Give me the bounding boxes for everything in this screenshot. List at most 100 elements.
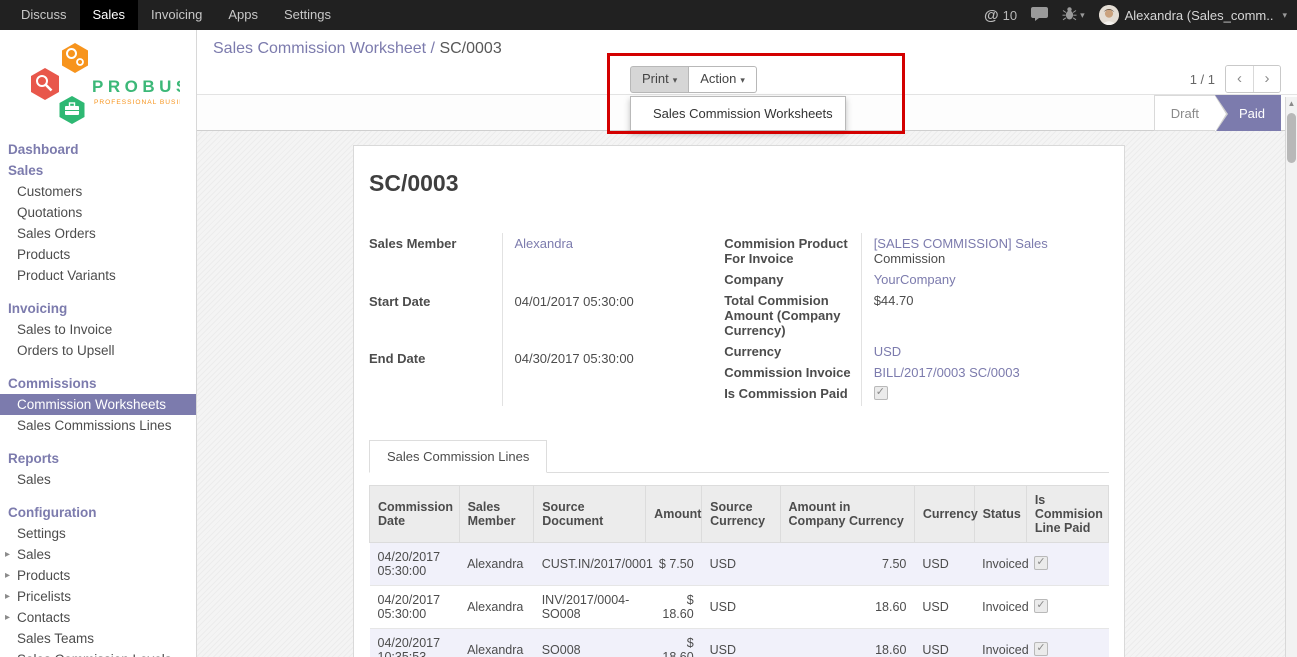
sidebar-item-sales-orders[interactable]: Sales Orders bbox=[0, 223, 196, 244]
print-dropdown-menu: Sales Commission Worksheets bbox=[630, 96, 846, 131]
logo-hex-orange bbox=[62, 43, 88, 73]
check-icon: ✓ bbox=[1036, 555, 1045, 568]
top-menu-sales[interactable]: Sales bbox=[80, 0, 139, 30]
user-avatar bbox=[1099, 5, 1119, 25]
line-paid-checkbox[interactable]: ✓ bbox=[1034, 599, 1048, 613]
field-label-currency: Currency bbox=[724, 341, 861, 362]
check-icon: ✓ bbox=[1036, 598, 1045, 611]
cell-source-document: CUST.IN/2017/0001 bbox=[534, 543, 646, 586]
cell-amount: $ 18.60 bbox=[646, 586, 702, 629]
caret-down-icon: ▾ bbox=[673, 75, 678, 85]
sidebar-item-orders-to-upsell[interactable]: Orders to Upsell bbox=[0, 340, 196, 361]
cell-amount: $ 7.50 bbox=[646, 543, 702, 586]
field-value-company[interactable]: YourCompany bbox=[874, 272, 956, 287]
cell-currency: USD bbox=[914, 543, 974, 586]
sidebar-item-sales-teams[interactable]: Sales Teams bbox=[0, 628, 196, 649]
caret-right-icon: ▸ bbox=[5, 586, 10, 607]
sidebar-item-sales-commission-levels[interactable]: Sales Commission Levels bbox=[0, 649, 196, 657]
field-value-total-commission: $44.70 bbox=[861, 290, 1109, 341]
sidebar-item-settings[interactable]: Settings bbox=[0, 523, 196, 544]
print-button[interactable]: Print▾ bbox=[630, 66, 689, 93]
print-menu-item-sales-commission-worksheets[interactable]: Sales Commission Worksheets bbox=[631, 102, 845, 125]
form-sheet: SC/0003 Sales Member Alexandra Start Dat… bbox=[353, 145, 1125, 657]
field-value-commission-product-link[interactable]: [SALES COMMISSION] Sales bbox=[874, 236, 1048, 251]
sidebar-item-config-sales[interactable]: ▸Sales bbox=[0, 544, 196, 565]
logo-title: PROBUSE bbox=[92, 77, 180, 96]
pager-next-button[interactable]: › bbox=[1253, 66, 1280, 92]
sidebar-item-label: Products bbox=[17, 568, 70, 583]
sidebar-item-commission-worksheets[interactable]: Commission Worksheets bbox=[0, 394, 196, 415]
line-paid-checkbox[interactable]: ✓ bbox=[1034, 556, 1048, 570]
action-button[interactable]: Action▾ bbox=[689, 66, 757, 93]
user-menu[interactable]: Alexandra (Sales_comm.. ▾ bbox=[1099, 5, 1287, 25]
cell-source-document: INV/2017/0004-SO008 bbox=[534, 586, 646, 629]
caret-down-icon: ▾ bbox=[1282, 10, 1287, 21]
check-icon: ✓ bbox=[876, 385, 885, 398]
sidebar-item-invoicing-section[interactable]: Invoicing bbox=[0, 298, 196, 319]
cell-currency: USD bbox=[914, 629, 974, 657]
sidebar-item-sales-to-invoice[interactable]: Sales to Invoice bbox=[0, 319, 196, 340]
line-paid-checkbox[interactable]: ✓ bbox=[1034, 642, 1048, 656]
breadcrumb-parent-link[interactable]: Sales Commission Worksheet / bbox=[213, 40, 435, 57]
sidebar-item-sales-commissions-lines[interactable]: Sales Commissions Lines bbox=[0, 415, 196, 436]
caret-right-icon: ▸ bbox=[5, 607, 10, 628]
sidebar-item-config-contacts[interactable]: ▸ Contacts bbox=[0, 607, 196, 628]
col-header-source-document: Source Document bbox=[534, 486, 646, 543]
top-menu-discuss[interactable]: Discuss bbox=[8, 0, 80, 30]
debug-menu[interactable]: ▾ bbox=[1062, 6, 1085, 24]
sidebar-item-label: Contacts bbox=[17, 610, 70, 625]
sidebar-item-quotations[interactable]: Quotations bbox=[0, 202, 196, 223]
table-row[interactable]: 04/20/2017 10:35:53 Alexandra SO008 $ 18… bbox=[370, 629, 1109, 657]
is-commission-paid-checkbox[interactable]: ✓ bbox=[874, 386, 888, 400]
cell-amount-company-currency: 7.50 bbox=[780, 543, 914, 586]
cell-commission-date: 04/20/2017 05:30:00 bbox=[370, 586, 460, 629]
top-menu-settings[interactable]: Settings bbox=[271, 0, 344, 30]
sidebar-item-product-variants[interactable]: Product Variants bbox=[0, 265, 196, 286]
sidebar-item-label: Sales bbox=[17, 547, 51, 562]
field-value-commission-invoice[interactable]: BILL/2017/0003 SC/0003 bbox=[874, 365, 1020, 380]
cell-source-currency: USD bbox=[702, 543, 780, 586]
sidebar-item-config-pricelists[interactable]: ▸Pricelists bbox=[0, 586, 196, 607]
scrollbar-up-arrow[interactable]: ▲ bbox=[1286, 97, 1297, 111]
top-menus: Discuss Sales Invoicing Apps Settings bbox=[0, 0, 344, 30]
sidebar-item-reports-sales[interactable]: Sales bbox=[0, 469, 196, 490]
top-menu-invoicing[interactable]: Invoicing bbox=[138, 0, 215, 30]
field-label-is-commission-paid: Is Commission Paid bbox=[724, 383, 861, 406]
vertical-scrollbar[interactable]: ▲ bbox=[1285, 97, 1297, 657]
company-logo[interactable]: PROBUSE PROFESSIONAL BUSINESS bbox=[0, 30, 196, 139]
cell-source-document: SO008 bbox=[534, 629, 646, 657]
commission-lines-table: Commission Date Sales Member Source Docu… bbox=[369, 485, 1109, 657]
sidebar-item-dashboard[interactable]: Dashboard bbox=[0, 139, 196, 160]
status-step-draft[interactable]: Draft bbox=[1154, 95, 1215, 131]
statusbar: Draft Paid bbox=[1154, 95, 1281, 131]
top-menu-apps[interactable]: Apps bbox=[215, 0, 271, 30]
table-row[interactable]: 04/20/2017 05:30:00 Alexandra CUST.IN/20… bbox=[370, 543, 1109, 586]
field-label-start-date: Start Date bbox=[369, 291, 502, 349]
field-value-sales-member[interactable]: Alexandra bbox=[515, 236, 574, 251]
tab-sales-commission-lines[interactable]: Sales Commission Lines bbox=[369, 440, 547, 473]
col-header-amount-company-currency: Amount in Company Currency bbox=[780, 486, 914, 543]
content-background: SC/0003 Sales Member Alexandra Start Dat… bbox=[197, 131, 1297, 657]
field-value-end-date: 04/30/2017 05:30:00 bbox=[502, 348, 724, 406]
mentions-counter[interactable]: @ 10 bbox=[984, 7, 1017, 24]
col-header-amount: Amount bbox=[646, 486, 702, 543]
action-button-label: Action bbox=[700, 71, 736, 86]
sidebar-item-configuration-section[interactable]: Configuration bbox=[0, 502, 196, 523]
col-header-status: Status bbox=[974, 486, 1026, 543]
sidebar-item-sales-section[interactable]: Sales bbox=[0, 160, 196, 181]
sidebar-item-commissions-section[interactable]: Commissions bbox=[0, 373, 196, 394]
pager-previous-button[interactable]: ‹ bbox=[1226, 66, 1253, 92]
sidebar-item-config-products[interactable]: ▸Products bbox=[0, 565, 196, 586]
cell-sales-member: Alexandra bbox=[459, 629, 534, 657]
sidebar-item-reports-section[interactable]: Reports bbox=[0, 448, 196, 469]
sidebar-item-customers[interactable]: Customers bbox=[0, 181, 196, 202]
table-header-row: Commission Date Sales Member Source Docu… bbox=[370, 486, 1109, 543]
cell-status: Invoiced bbox=[974, 629, 1026, 657]
cell-commission-date: 04/20/2017 05:30:00 bbox=[370, 543, 460, 586]
field-value-currency[interactable]: USD bbox=[874, 344, 901, 359]
sidebar-item-products[interactable]: Products bbox=[0, 244, 196, 265]
table-row[interactable]: 04/20/2017 05:30:00 Alexandra INV/2017/0… bbox=[370, 586, 1109, 629]
scrollbar-thumb[interactable] bbox=[1287, 113, 1296, 163]
chat-icon[interactable] bbox=[1031, 7, 1048, 24]
field-label-end-date: End Date bbox=[369, 348, 502, 406]
